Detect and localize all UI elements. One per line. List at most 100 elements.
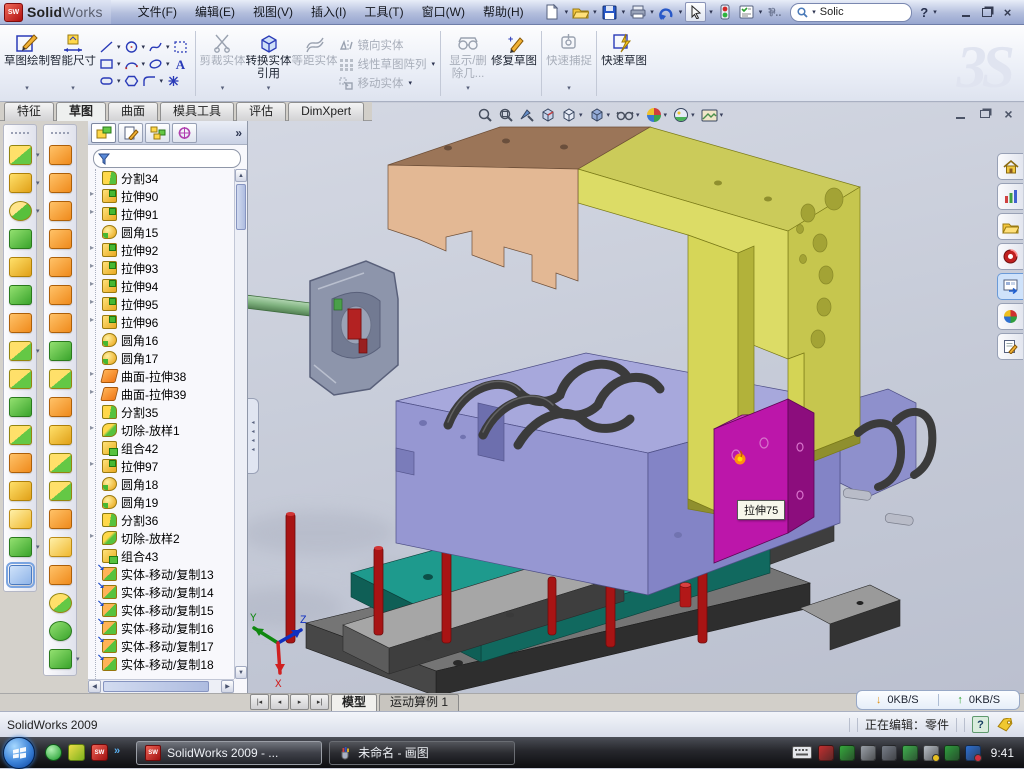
configurationmanager-tab[interactable] bbox=[145, 123, 170, 143]
new-document-icon[interactable] bbox=[543, 3, 562, 21]
menu-item-0[interactable]: 文件(F) bbox=[129, 0, 186, 24]
intersect-icon[interactable] bbox=[9, 425, 32, 445]
undo-dropdown[interactable]: ▾ bbox=[679, 8, 683, 16]
line-dropdown[interactable]: ▾ bbox=[117, 43, 121, 51]
extruded-cut-icon[interactable]: ▾ bbox=[9, 173, 32, 193]
tree-item-26[interactable]: 实体-移动/复制17 bbox=[90, 637, 234, 655]
scroll-left-arrow[interactable]: ◀ bbox=[88, 680, 101, 693]
keyboard-language-icon[interactable] bbox=[792, 746, 812, 759]
planar-surface-icon[interactable] bbox=[49, 313, 72, 333]
tree-item-13[interactable]: 分割35 bbox=[90, 403, 234, 421]
rib-icon[interactable] bbox=[49, 453, 72, 473]
tree-item-24[interactable]: 实体-移动/复制15 bbox=[90, 601, 234, 619]
tree-item-18[interactable]: 圆角19 bbox=[90, 493, 234, 511]
expand-arrow[interactable]: ▸ bbox=[90, 189, 94, 198]
polygon-icon[interactable] bbox=[123, 73, 140, 88]
point-icon[interactable] bbox=[165, 73, 182, 88]
tree-item-1[interactable]: ▸拉伸90 bbox=[90, 187, 234, 205]
custom-properties-tab[interactable] bbox=[997, 333, 1023, 360]
new-dropdown[interactable]: ▾ bbox=[565, 8, 569, 16]
ellipse-dropdown[interactable]: ▾ bbox=[166, 60, 170, 68]
toolbar-grip[interactable] bbox=[51, 132, 69, 137]
options-dropdown[interactable]: ▾ bbox=[759, 8, 763, 16]
fillet-full-icon[interactable] bbox=[49, 593, 72, 613]
task-solidworks[interactable]: SW SolidWorks 2009 - ... bbox=[136, 741, 322, 765]
antivirus-shield-icon[interactable] bbox=[839, 745, 855, 761]
dome-icon[interactable] bbox=[49, 173, 72, 193]
command-tab-5[interactable]: DimXpert bbox=[288, 102, 364, 121]
toolbar-grip[interactable] bbox=[11, 132, 29, 137]
expand-arrow[interactable]: ▸ bbox=[90, 297, 94, 306]
appearances-tab[interactable] bbox=[997, 303, 1023, 330]
scroll-up-arrow[interactable]: ▲ bbox=[235, 169, 247, 182]
sketch-fillet-icon[interactable] bbox=[141, 73, 158, 88]
ellipse-icon[interactable] bbox=[147, 56, 164, 71]
quicklaunch-overflow[interactable]: » bbox=[114, 745, 120, 757]
tree-item-25[interactable]: 实体-移动/复制16 bbox=[90, 619, 234, 637]
file-explorer-tab[interactable] bbox=[997, 213, 1023, 240]
tree-filter-box[interactable] bbox=[93, 149, 241, 168]
network-speed-widget[interactable]: ↓0KB/S ↑0KB/S bbox=[856, 690, 1020, 710]
menu-item-1[interactable]: 编辑(E) bbox=[186, 0, 244, 24]
thicken-icon[interactable] bbox=[49, 341, 72, 361]
tree-vertical-scrollbar[interactable]: ▲ ▼ bbox=[234, 169, 247, 679]
command-tab-1[interactable]: 草图 bbox=[56, 102, 106, 121]
hole-wizard-icon[interactable] bbox=[9, 313, 32, 333]
split-body-icon[interactable] bbox=[9, 397, 32, 417]
spline-icon[interactable] bbox=[147, 39, 164, 54]
start-button[interactable] bbox=[3, 737, 35, 769]
sweep-icon[interactable] bbox=[49, 397, 72, 417]
status-help-icon[interactable]: ? bbox=[972, 716, 989, 733]
doc-nav-0[interactable]: |◂ bbox=[250, 694, 269, 710]
select-arrow-icon[interactable] bbox=[685, 2, 706, 22]
menu-item-2[interactable]: 视图(V) bbox=[244, 0, 302, 24]
fillet-dropdown[interactable]: ▾ bbox=[36, 207, 40, 215]
command-tab-4[interactable]: 评估 bbox=[236, 102, 286, 121]
solidworks-quicklaunch-icon[interactable]: SW bbox=[91, 744, 108, 761]
search-box[interactable]: ▾ Solic bbox=[790, 3, 912, 22]
fillet-icon[interactable]: ▾ bbox=[9, 201, 32, 221]
tree-item-22[interactable]: 实体-移动/复制13 bbox=[90, 565, 234, 583]
security-center-icon[interactable] bbox=[818, 745, 834, 761]
select-dropdown[interactable]: ▾ bbox=[709, 8, 713, 16]
helix-curve-icon[interactable]: ▾ bbox=[49, 649, 72, 669]
smart-dimension-button[interactable]: 智能尺寸 ▾ bbox=[50, 28, 96, 99]
save-icon[interactable] bbox=[600, 3, 619, 21]
menu-item-4[interactable]: 工具(T) bbox=[355, 0, 412, 24]
tree-item-17[interactable]: 圆角18 bbox=[90, 475, 234, 493]
rectangle-icon[interactable] bbox=[98, 56, 115, 71]
tree-item-10[interactable]: 圆角17 bbox=[90, 349, 234, 367]
tree-item-0[interactable]: 分割34 bbox=[90, 169, 234, 187]
reference-plane-icon[interactable] bbox=[9, 509, 32, 529]
tree-item-14[interactable]: ▸切除-放样1 bbox=[90, 421, 234, 439]
doc-tab-0[interactable]: 模型 bbox=[331, 694, 377, 711]
lofted-boss-icon[interactable] bbox=[9, 229, 32, 249]
help-button[interactable]: ? bbox=[918, 5, 930, 20]
updater-icon[interactable] bbox=[860, 745, 876, 761]
task-paint[interactable]: 未命名 - 画图 bbox=[329, 741, 515, 765]
tree-item-20[interactable]: ▸切除-放样2 bbox=[90, 529, 234, 547]
draft-icon[interactable] bbox=[49, 229, 72, 249]
tree-item-19[interactable]: 分割36 bbox=[90, 511, 234, 529]
rectangle-dropdown[interactable]: ▾ bbox=[117, 60, 121, 68]
shell-icon[interactable] bbox=[9, 285, 32, 305]
extruded-boss-base-dropdown[interactable]: ▾ bbox=[36, 151, 40, 159]
tree-item-11[interactable]: ▸曲面-拉伸38 bbox=[90, 367, 234, 385]
save-dropdown[interactable]: ▾ bbox=[622, 8, 626, 16]
tree-horizontal-scrollbar[interactable]: ◀ ▶ bbox=[88, 679, 234, 693]
window-restore-button[interactable] bbox=[978, 5, 995, 19]
help-dropdown[interactable]: ▾ bbox=[933, 8, 937, 16]
lasso-select-icon[interactable] bbox=[172, 39, 189, 54]
circle-icon[interactable] bbox=[123, 39, 140, 54]
tree-item-2[interactable]: ▸拉伸91 bbox=[90, 205, 234, 223]
window-close-button[interactable]: × bbox=[999, 5, 1016, 19]
slot-icon[interactable] bbox=[98, 73, 115, 88]
text-icon[interactable]: A bbox=[172, 56, 189, 71]
expand-arrow[interactable]: ▸ bbox=[90, 369, 94, 378]
window-minimize-button[interactable] bbox=[957, 5, 974, 19]
tree-item-27[interactable]: 实体-移动/复制18 bbox=[90, 655, 234, 673]
smart-dimension-dropdown[interactable]: ▾ bbox=[71, 82, 75, 95]
volume-icon[interactable] bbox=[881, 745, 897, 761]
boundary-boss-icon[interactable] bbox=[49, 369, 72, 389]
view-palette-tab[interactable] bbox=[997, 273, 1023, 300]
